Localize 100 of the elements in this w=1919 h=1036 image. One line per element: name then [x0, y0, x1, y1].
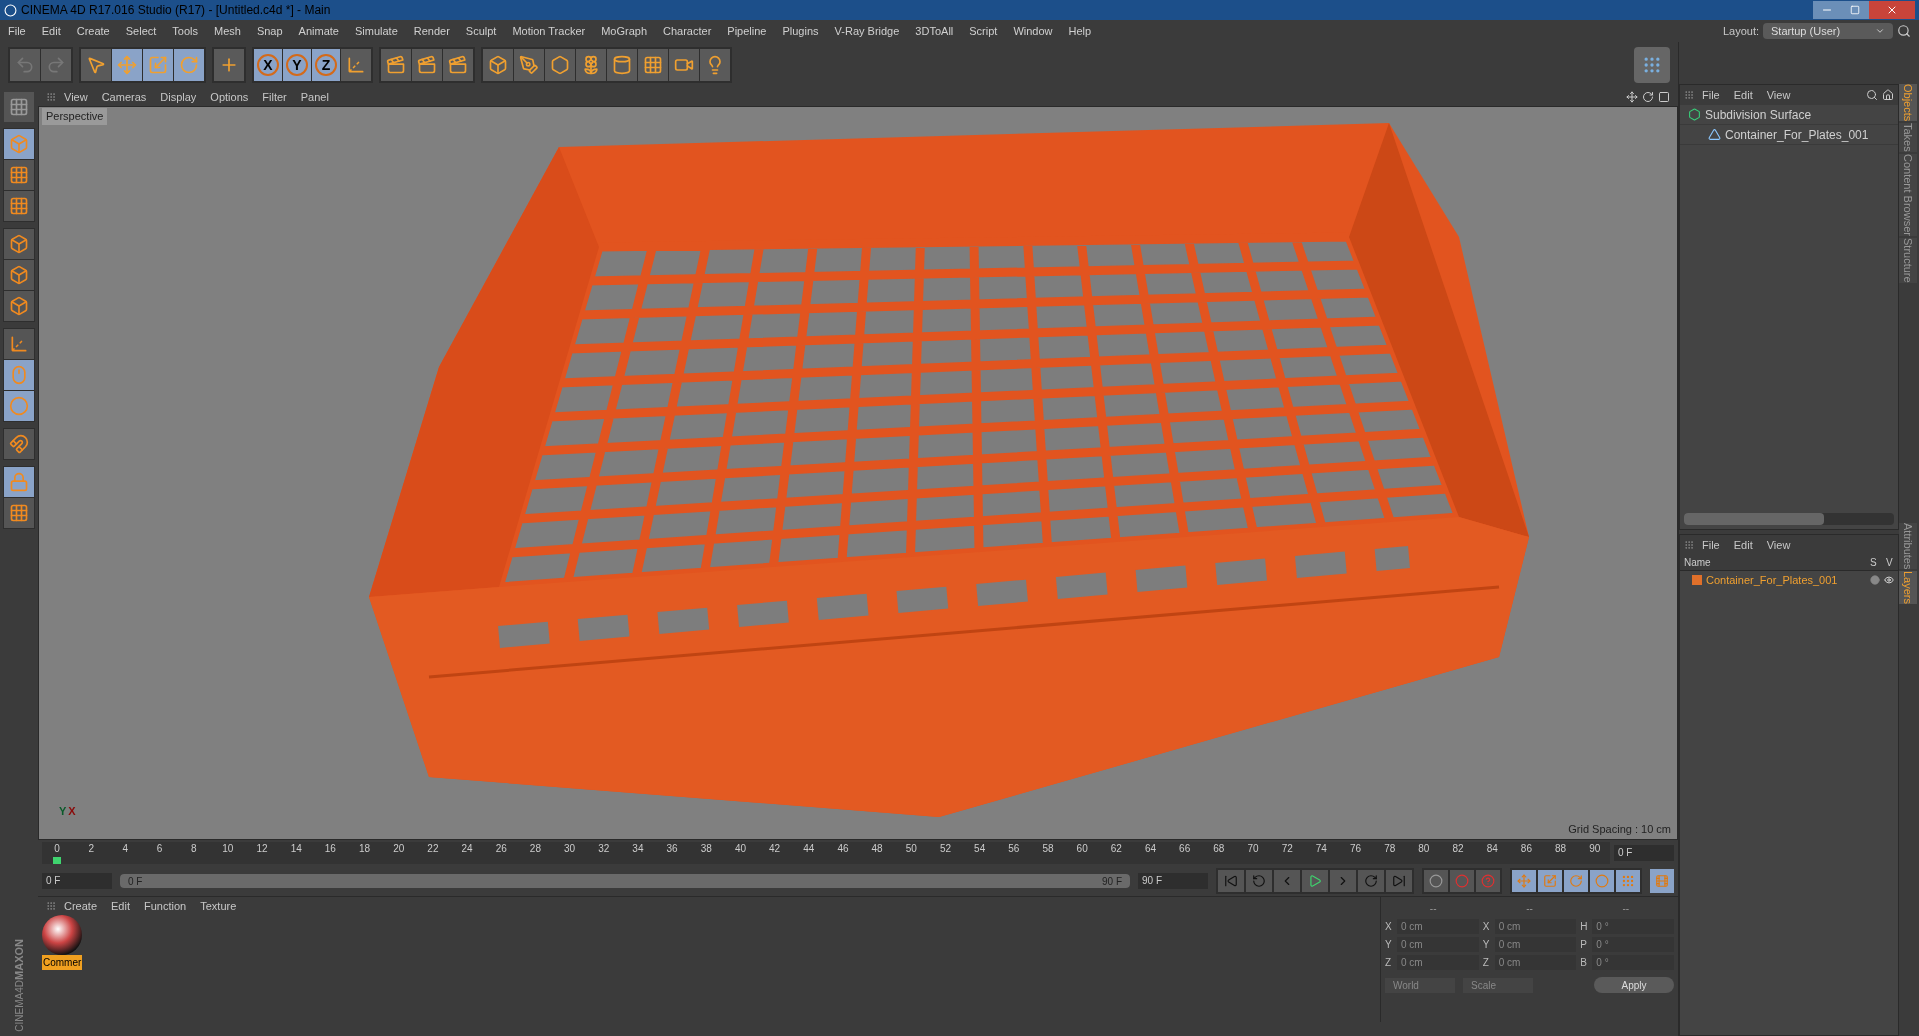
record-button[interactable] — [1424, 870, 1448, 892]
side-tab[interactable]: Content Browser — [1899, 154, 1917, 236]
layers-menu-item[interactable]: File — [1702, 536, 1720, 554]
playback-button[interactable] — [1274, 870, 1300, 892]
playback-button[interactable] — [1330, 870, 1356, 892]
array-tool-button[interactable] — [576, 49, 606, 81]
menu-item[interactable]: Simulate — [354, 22, 398, 40]
pan-icon[interactable] — [1626, 91, 1638, 103]
layer-name[interactable]: Container_For_Plates_001 — [1706, 571, 1866, 589]
render-tool-button[interactable] — [443, 49, 473, 81]
end-frame-field[interactable]: 90 F — [1138, 873, 1208, 889]
playback-button[interactable] — [1386, 870, 1412, 892]
layout-dropdown[interactable]: Startup (User) — [1763, 23, 1893, 39]
coordinate-field[interactable]: 0 ° — [1592, 919, 1674, 934]
coordinate-field[interactable]: 0 cm — [1494, 955, 1577, 970]
timeline-ruler[interactable]: 0 2 4 6 8 10 12 14 16 18 20 22 24 26 28 30 32 34 36 38 40 42 44 46 48 50 52 54 56 58 60 62 64 66 68 70 72 74 76 78 80 82 84 86 88 90 — [42, 842, 1610, 864]
light-tool-button[interactable] — [700, 49, 730, 81]
menu-item[interactable]: MoGraph — [601, 22, 648, 40]
viewport-menu-item[interactable]: View — [64, 88, 88, 106]
pen-tool-button[interactable] — [514, 49, 544, 81]
side-tab[interactable]: Attributes — [1899, 522, 1917, 570]
menu-item[interactable]: Character — [663, 22, 712, 40]
record-button[interactable] — [1476, 870, 1500, 892]
edges-mode-button[interactable] — [4, 260, 34, 290]
material-menu-item[interactable]: Function — [144, 897, 187, 915]
axis-lock-button[interactable]: Y — [283, 49, 311, 81]
coordinate-field[interactable]: 0 cm — [1397, 955, 1479, 970]
coords-tool-button[interactable] — [341, 49, 371, 81]
objects-menu-item[interactable]: View — [1766, 86, 1791, 104]
menu-item[interactable]: Sculpt — [465, 22, 497, 40]
coordinate-field[interactable]: 0 cm — [1494, 937, 1577, 952]
menu-item[interactable]: Edit — [41, 22, 61, 40]
menu-item[interactable]: Help — [1068, 22, 1092, 40]
side-tab[interactable]: Structure — [1899, 238, 1917, 283]
view-mode-button[interactable] — [4, 92, 34, 122]
menu-item[interactable]: Plugins — [782, 22, 819, 40]
python-button[interactable] — [1634, 47, 1670, 83]
coordinate-field[interactable]: 0 cm — [1494, 919, 1577, 934]
layer-color-swatch[interactable] — [1692, 575, 1702, 585]
side-tab[interactable]: Objects — [1899, 84, 1917, 122]
maximize-view-icon[interactable] — [1658, 91, 1670, 103]
menu-item[interactable]: File — [8, 22, 26, 40]
maximize-button[interactable] — [1841, 1, 1869, 19]
grid-mode-button[interactable] — [4, 498, 34, 528]
menu-item[interactable]: Create — [76, 22, 110, 40]
select-tool-button[interactable] — [81, 49, 111, 81]
material-preview[interactable] — [42, 915, 83, 955]
menu-item[interactable]: Animate — [298, 22, 339, 40]
current-frame-field[interactable]: 0 F — [1614, 845, 1674, 861]
minimize-button[interactable] — [1813, 1, 1841, 19]
layers-menu-item[interactable]: View — [1766, 536, 1791, 554]
axis-mode-button[interactable] — [4, 329, 34, 359]
menu-item[interactable]: Mesh — [214, 22, 241, 40]
orbit-icon[interactable] — [1642, 91, 1654, 103]
coordinate-field[interactable]: 0 cm — [1397, 919, 1479, 934]
viewport-menu-item[interactable]: Options — [210, 88, 249, 106]
objects-menu-item[interactable]: File — [1702, 86, 1720, 104]
material-name[interactable]: Commer — [42, 955, 83, 970]
menu-item[interactable]: Select — [125, 22, 157, 40]
menu-item[interactable]: 3DToAll — [915, 22, 954, 40]
polygons-mode-button[interactable] — [4, 291, 34, 321]
axis-lock-button[interactable]: X — [254, 49, 282, 81]
menu-item[interactable]: Pipeline — [727, 22, 767, 40]
scrollbar-thumb[interactable] — [1684, 513, 1824, 525]
start-frame-field[interactable]: 0 F — [42, 873, 112, 889]
workplane-mode-button[interactable] — [4, 191, 34, 221]
record-button[interactable] — [1450, 870, 1474, 892]
menu-item[interactable]: Script — [969, 22, 998, 40]
viewport-menu-item[interactable]: Cameras — [101, 88, 147, 106]
layers-menu-item[interactable]: Edit — [1733, 536, 1753, 554]
last-tool-button[interactable] — [214, 49, 244, 81]
playback-button[interactable] — [1218, 870, 1244, 892]
playback-button[interactable] — [1302, 870, 1328, 892]
objects-menu-item[interactable]: Edit — [1733, 86, 1753, 104]
playback-button[interactable] — [1246, 870, 1272, 892]
menu-item[interactable]: Window — [1013, 22, 1053, 40]
undo-tool-button[interactable] — [10, 49, 40, 81]
coordinate-field[interactable]: 0 ° — [1592, 955, 1674, 970]
menu-item[interactable]: Render — [413, 22, 450, 40]
viewport-menu-item[interactable]: Panel — [300, 88, 329, 106]
points-mode-button[interactable] — [4, 229, 34, 259]
coordinate-field[interactable]: 0 cm — [1397, 937, 1479, 952]
search-icon[interactable] — [1897, 24, 1911, 38]
apply-button[interactable]: Apply — [1594, 977, 1674, 993]
menu-item[interactable]: Snap — [256, 22, 283, 40]
camera-tool-button[interactable] — [669, 49, 699, 81]
material-menu-item[interactable]: Texture — [200, 897, 237, 915]
material-menu-item[interactable]: Create — [64, 897, 98, 915]
axis-lock-button[interactable]: Z — [312, 49, 340, 81]
render-tool-button[interactable] — [412, 49, 442, 81]
redo-tool-button[interactable] — [41, 49, 71, 81]
texture-mode-button[interactable] — [4, 160, 34, 190]
floor-tool-button[interactable] — [638, 49, 668, 81]
material-menu-item[interactable]: Edit — [111, 897, 130, 915]
snap-mode-button[interactable] — [4, 429, 34, 459]
menu-item[interactable]: V-Ray Bridge — [834, 22, 900, 40]
deformer-tool-button[interactable] — [607, 49, 637, 81]
side-tab[interactable]: Layers — [1899, 571, 1917, 605]
object-name[interactable]: Subdivision Surface — [1705, 105, 1812, 124]
visibility-icon[interactable] — [1884, 575, 1894, 585]
